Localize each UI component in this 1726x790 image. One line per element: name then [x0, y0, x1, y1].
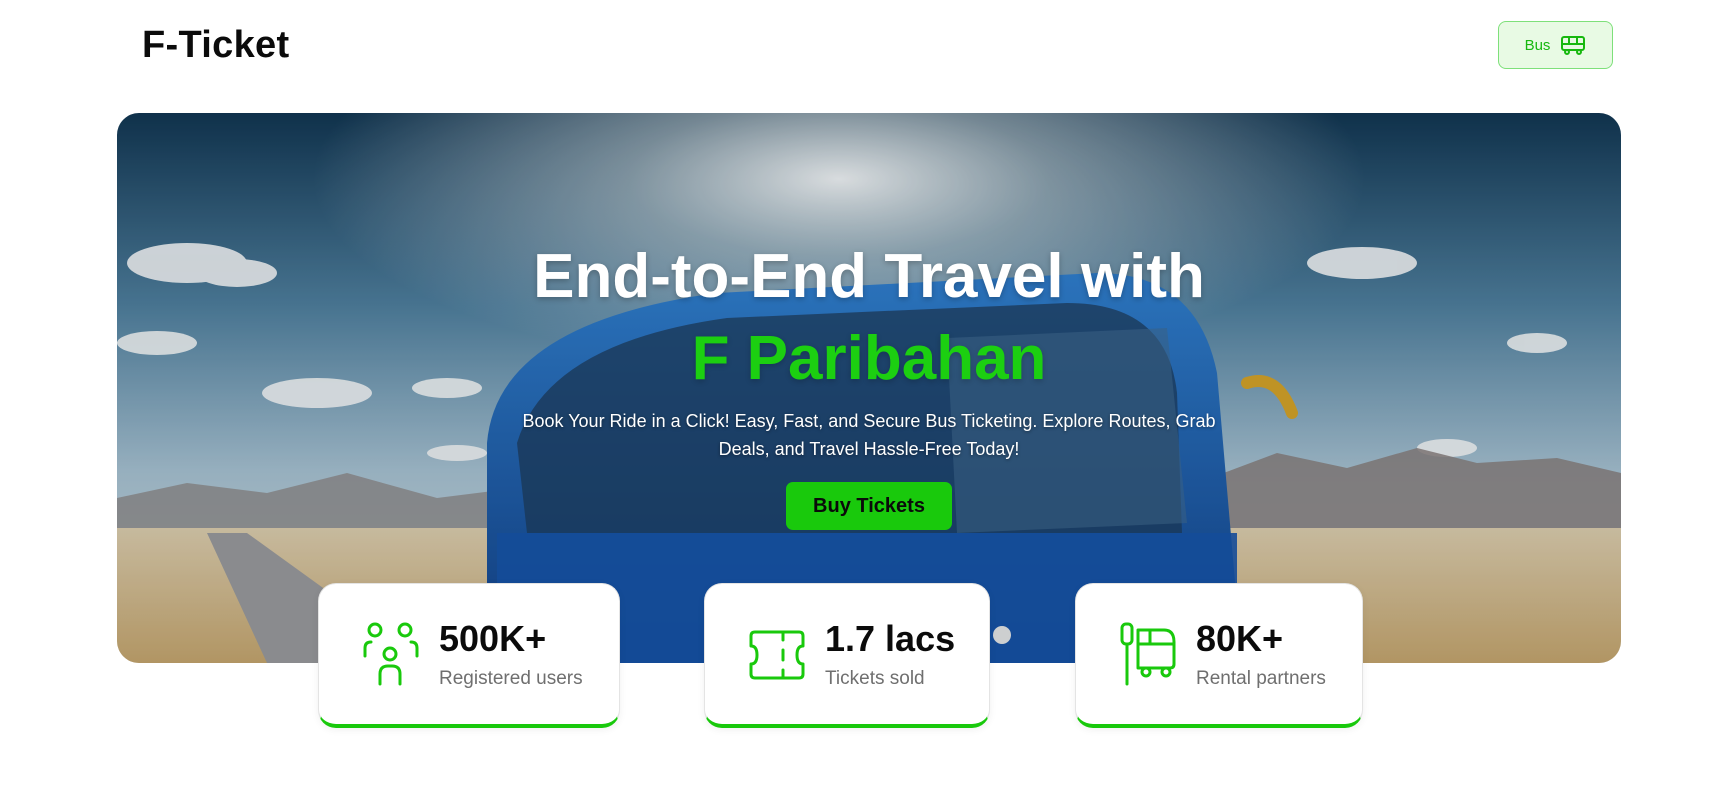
bus-icon	[1561, 36, 1586, 55]
stat-value: 80K+	[1196, 618, 1284, 659]
hero-accent-title: F Paribahan	[691, 324, 1047, 393]
bus-button-label: Bus	[1524, 36, 1551, 54]
stat-card-users: 500K+ Registered users	[318, 583, 620, 728]
bus-stop-icon	[1120, 622, 1176, 686]
hero-title: End-to-End Travel with	[533, 242, 1205, 311]
bus-button[interactable]: Bus	[1498, 21, 1613, 69]
stat-card-partners: 80K+ Rental partners	[1075, 583, 1363, 728]
site-header: F-Ticket Bus	[0, 0, 1726, 95]
ticket-icon	[749, 630, 805, 680]
buy-tickets-button[interactable]: Buy Tickets	[786, 482, 952, 530]
hero-banner: End-to-End Travel with F Paribahan Book …	[117, 113, 1621, 663]
site-logo[interactable]: F-Ticket	[142, 24, 289, 67]
stat-value: 500K+	[439, 618, 547, 659]
stat-card-tickets: 1.7 lacs Tickets sold	[704, 583, 990, 728]
hero-subtitle: Book Your Ride in a Click! Easy, Fast, a…	[522, 411, 1216, 459]
stat-label: Tickets sold	[825, 668, 925, 689]
stat-label: Rental partners	[1196, 668, 1326, 689]
stat-label: Registered users	[439, 668, 583, 689]
users-icon	[363, 622, 419, 686]
stat-value: 1.7 lacs	[825, 618, 956, 659]
